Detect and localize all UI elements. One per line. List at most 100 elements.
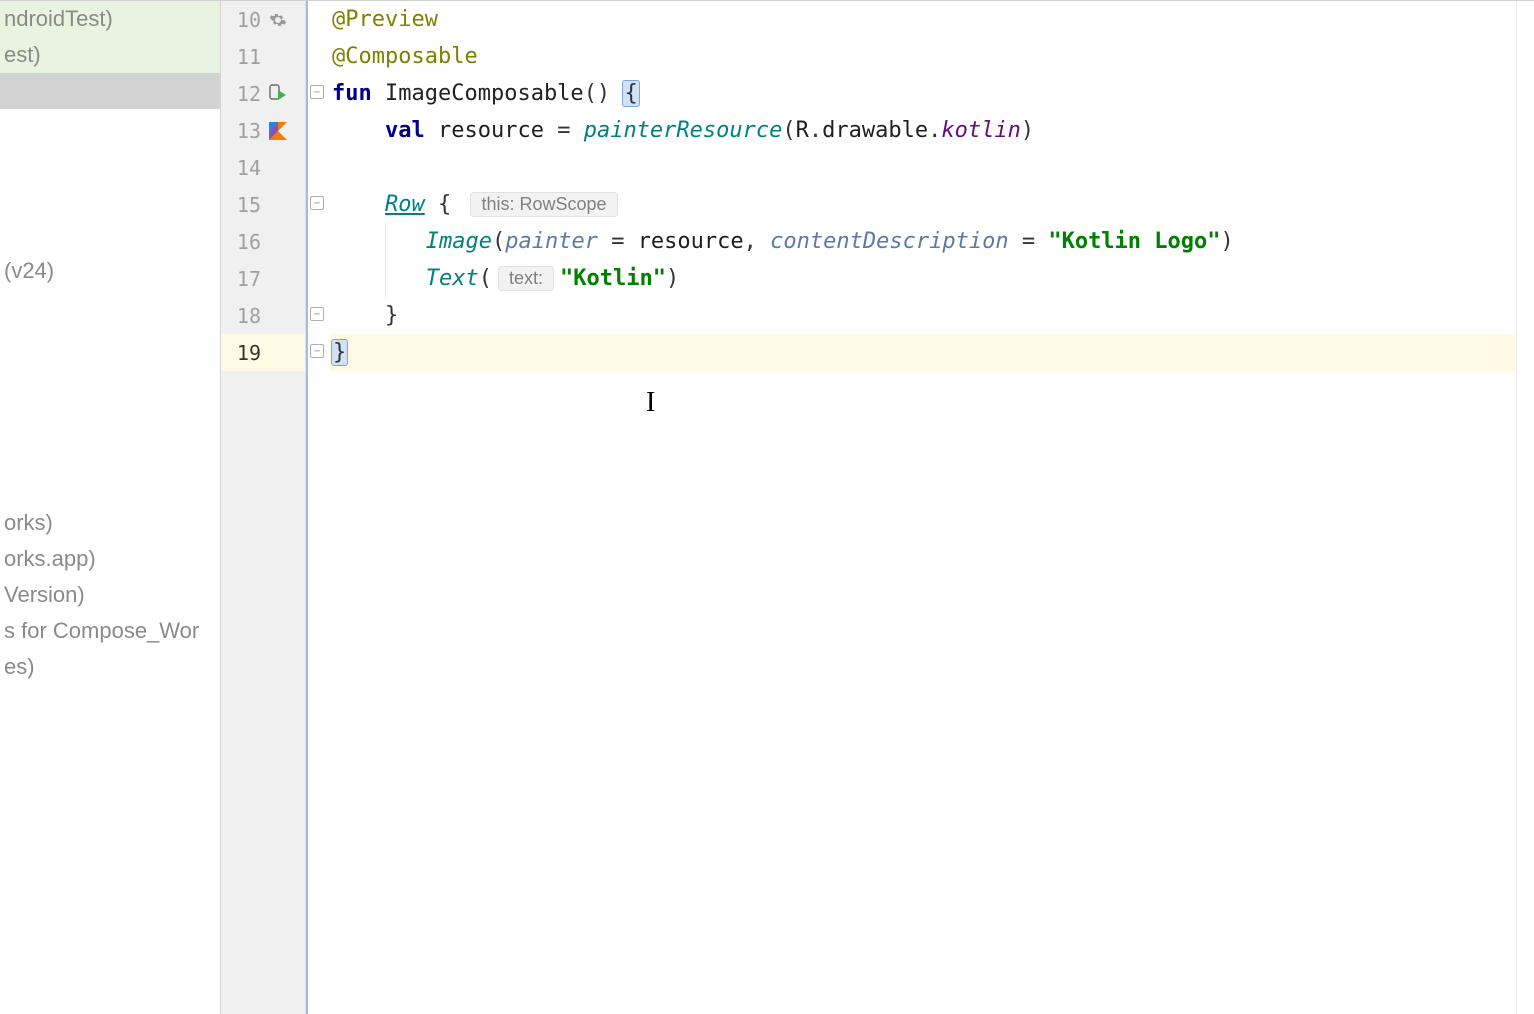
- brace-open: {: [438, 192, 451, 217]
- tree-item[interactable]: s for Compose_Wor: [0, 613, 220, 649]
- function-call: Row: [385, 192, 425, 217]
- gutter-row[interactable]: 13: [221, 112, 305, 149]
- tree-item[interactable]: [0, 181, 220, 217]
- tree-item-label: orks.app): [4, 546, 96, 571]
- string-literal: "Kotlin Logo": [1048, 229, 1220, 254]
- gutter-row[interactable]: 11: [221, 38, 305, 75]
- brace-close: }: [385, 303, 398, 328]
- identifier: resource: [638, 229, 744, 254]
- annotation: @Composable: [332, 44, 478, 69]
- tree-item[interactable]: es): [0, 649, 220, 685]
- identifier: kotlin: [941, 118, 1020, 143]
- identifier: drawable: [822, 118, 928, 143]
- tree-item[interactable]: [0, 289, 220, 325]
- code-line[interactable]: @Preview: [330, 1, 1516, 38]
- paren-open: (: [782, 118, 795, 143]
- code-line[interactable]: fun ImageComposable() {: [330, 75, 1516, 112]
- tree-item[interactable]: [0, 325, 220, 361]
- gutter-row[interactable]: 17: [221, 260, 305, 297]
- gutter-row[interactable]: 16: [221, 223, 305, 260]
- gutter-row[interactable]: 15: [221, 186, 305, 223]
- keyword: fun: [332, 81, 372, 106]
- tree-item[interactable]: Version): [0, 577, 220, 613]
- tree-item[interactable]: [0, 361, 220, 397]
- line-number: 14: [221, 156, 261, 180]
- tree-item-label: Version): [4, 582, 85, 607]
- gutter-row[interactable]: 12: [221, 75, 305, 112]
- gutter-row[interactable]: 14: [221, 149, 305, 186]
- paren-close: ): [666, 266, 679, 291]
- gutter[interactable]: 10 11 12 13: [221, 1, 306, 1014]
- function-name: ImageComposable: [385, 81, 584, 106]
- paren-close: ): [1021, 118, 1034, 143]
- tree-item-label: (v24): [4, 258, 54, 283]
- named-param: painter: [505, 229, 598, 254]
- tree-item[interactable]: [0, 469, 220, 505]
- paren-open: (: [492, 229, 505, 254]
- function-call: Image: [426, 229, 492, 254]
- parens: (): [584, 81, 611, 106]
- brace-close: }: [332, 340, 347, 365]
- tree-item[interactable]: [0, 109, 220, 145]
- operator: =: [557, 118, 570, 143]
- tree-item-label: orks): [4, 510, 53, 535]
- line-number: 15: [221, 193, 261, 217]
- code-line[interactable]: Row { this: RowScope: [330, 186, 1516, 223]
- inlay-hint: text:: [498, 266, 554, 291]
- code-line[interactable]: val resource = painterResource(R.drawabl…: [330, 112, 1516, 149]
- run-gutter-icon[interactable]: [269, 84, 289, 104]
- gear-icon[interactable]: [269, 11, 287, 29]
- line-number: 16: [221, 230, 261, 254]
- error-stripe[interactable]: [1516, 1, 1534, 1014]
- string-literal: "Kotlin": [560, 266, 666, 291]
- brace-open: {: [623, 81, 638, 106]
- tree-item-label: est): [4, 42, 41, 67]
- identifier: R: [796, 118, 809, 143]
- tree-item-label: ndroidTest): [4, 6, 113, 31]
- tree-item[interactable]: [0, 217, 220, 253]
- fold-start-icon[interactable]: −: [310, 85, 324, 99]
- line-number: 19: [221, 341, 261, 365]
- tree-item[interactable]: [0, 397, 220, 433]
- operator: =: [611, 229, 624, 254]
- tree-item-label: es): [4, 654, 35, 679]
- code-line[interactable]: Image(painter = resource, contentDescrip…: [330, 223, 1516, 260]
- code-line[interactable]: Text(text:"Kotlin"): [330, 260, 1516, 297]
- tree-item[interactable]: [0, 433, 220, 469]
- window-root: ndroidTest) est) (v24) orks) orks.app) V…: [0, 0, 1534, 1014]
- function-call: painterResource: [584, 118, 783, 143]
- code-line[interactable]: @Composable: [330, 38, 1516, 75]
- tree-item[interactable]: orks.app): [0, 541, 220, 577]
- gutter-row[interactable]: 10: [221, 1, 305, 38]
- paren-open: (: [479, 266, 492, 291]
- code-line[interactable]: [330, 149, 1516, 186]
- gutter-row[interactable]: 19: [221, 334, 305, 371]
- tree-item-label: s for Compose_Wor: [4, 618, 199, 643]
- comma: ,: [744, 229, 757, 254]
- fold-end-icon[interactable]: −: [310, 307, 324, 321]
- function-call: Text: [426, 266, 479, 291]
- code-editor[interactable]: @Preview @Composable fun ImageComposable…: [330, 1, 1516, 1014]
- gutter-row[interactable]: 18: [221, 297, 305, 334]
- fold-end-icon[interactable]: −: [310, 344, 324, 358]
- line-number: 17: [221, 267, 261, 291]
- line-number: 13: [221, 119, 261, 143]
- paren-close: ): [1221, 229, 1234, 254]
- fold-start-icon[interactable]: −: [310, 196, 324, 210]
- code-line-current[interactable]: }: [330, 334, 1516, 371]
- tree-item[interactable]: [0, 145, 220, 181]
- fold-strip[interactable]: − − − −: [306, 1, 330, 1014]
- text-cursor-icon: I: [646, 387, 655, 419]
- identifier: resource: [438, 118, 544, 143]
- named-param: contentDescription: [770, 229, 1008, 254]
- tree-item[interactable]: est): [0, 37, 220, 73]
- tree-item[interactable]: ndroidTest): [0, 1, 220, 37]
- inlay-hint: this: RowScope: [470, 192, 617, 217]
- project-tree-panel[interactable]: ndroidTest) est) (v24) orks) orks.app) V…: [0, 1, 221, 1014]
- tree-item[interactable]: orks): [0, 505, 220, 541]
- tree-item-selected[interactable]: [0, 73, 220, 109]
- kotlin-icon[interactable]: [269, 122, 287, 140]
- line-number: 11: [221, 45, 261, 69]
- tree-item[interactable]: (v24): [0, 253, 220, 289]
- code-line[interactable]: }: [330, 297, 1516, 334]
